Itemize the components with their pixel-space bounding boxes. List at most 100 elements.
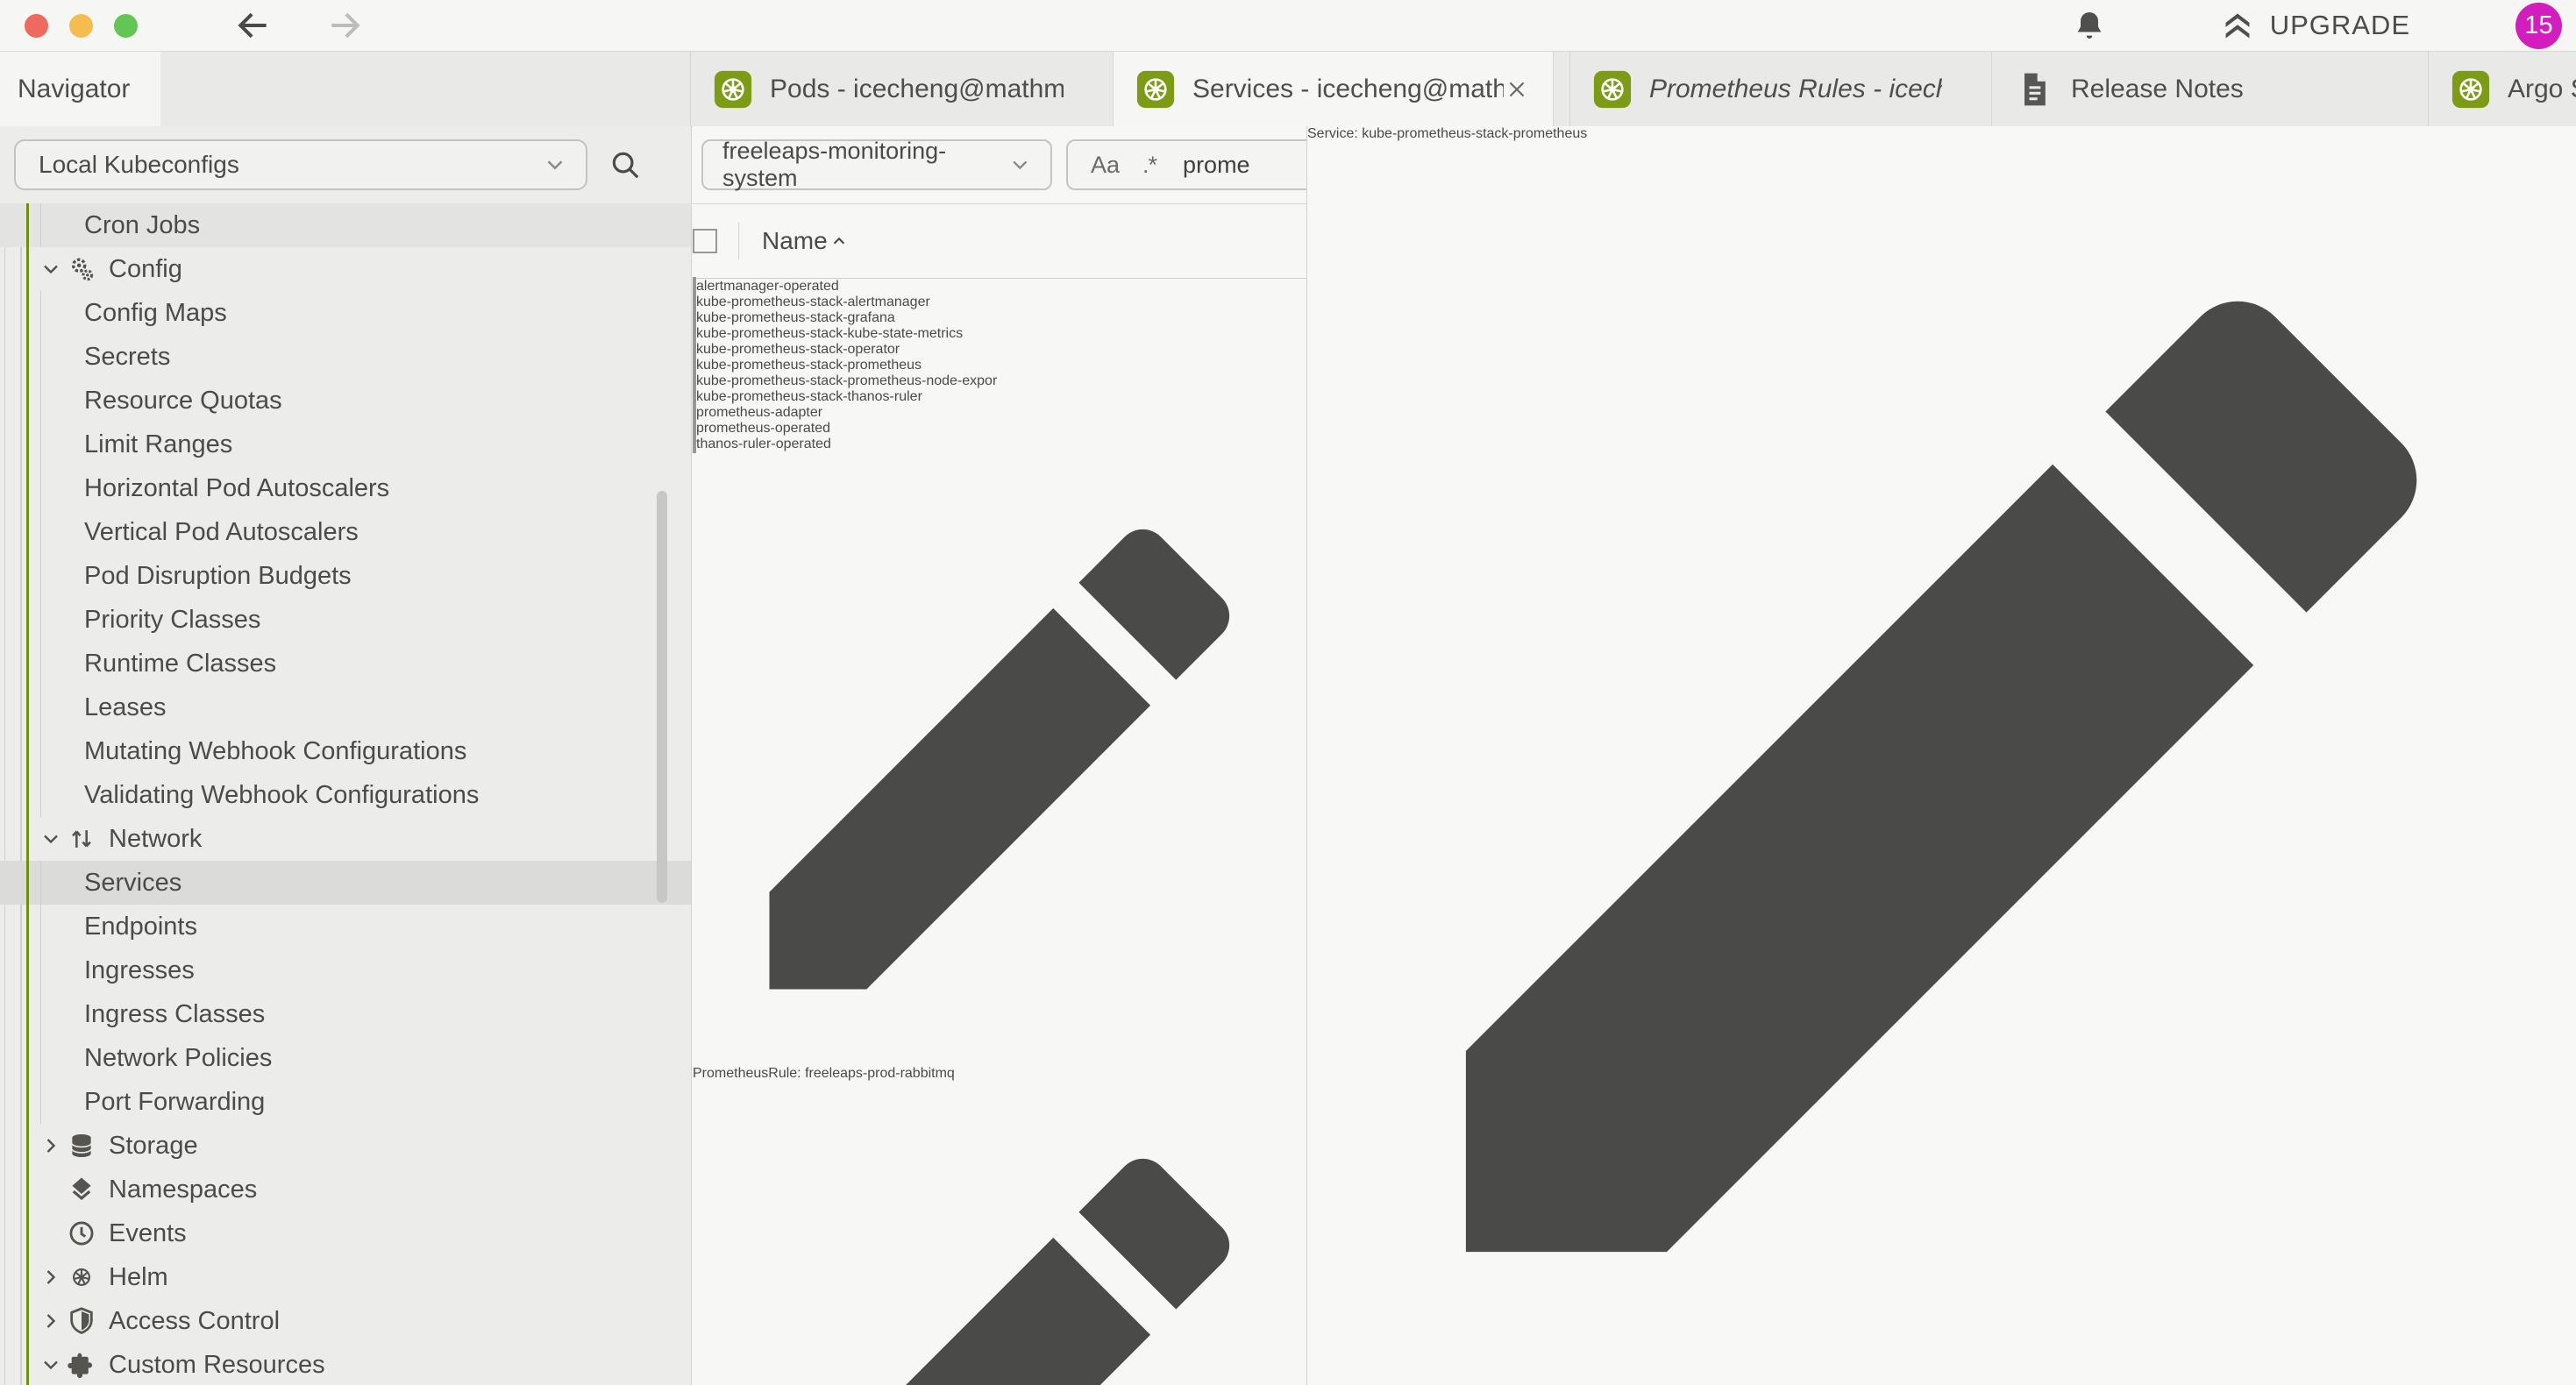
service-name: prometheus-adapter xyxy=(696,405,822,420)
tree-item[interactable]: Helm xyxy=(0,1255,691,1299)
close-window-button[interactable] xyxy=(25,14,48,38)
tree-chevron-icon[interactable] xyxy=(39,1221,63,1246)
service-name: kube-prometheus-stack-kube-state-metrics xyxy=(696,326,963,341)
forward-button[interactable] xyxy=(325,6,364,45)
maximize-window-button[interactable] xyxy=(114,14,138,38)
tree-item[interactable]: Mutating Webhook Configurations xyxy=(0,729,691,773)
tree-item[interactable]: Events xyxy=(0,1211,691,1255)
name-column-header[interactable]: Name xyxy=(762,227,828,255)
filter-input[interactable]: Aa .* prome xyxy=(1066,139,1307,190)
upgrade-button[interactable]: UPGRADE xyxy=(2221,9,2410,42)
tab[interactable]: Release Notes xyxy=(1992,52,2429,126)
tree-item[interactable]: Vertical Pod Autoscalers xyxy=(0,510,691,554)
select-all-checkbox[interactable] xyxy=(693,229,717,253)
match-case-toggle[interactable]: Aa xyxy=(1091,152,1120,179)
tree-item[interactable]: Resource Quotas xyxy=(0,379,691,423)
tree-item[interactable]: Access Control xyxy=(0,1299,691,1343)
tree-item[interactable]: Network xyxy=(0,817,691,861)
table-row[interactable]: alertmanager-operated xyxy=(693,279,1306,295)
tree-item[interactable]: Ingresses xyxy=(0,948,691,992)
tree-chevron-icon[interactable] xyxy=(39,1309,63,1333)
tree-item[interactable]: Runtime Classes xyxy=(0,642,691,685)
tree-item[interactable]: Storage xyxy=(0,1124,691,1168)
notifications-bell-icon[interactable] xyxy=(2072,8,2107,43)
regex-toggle[interactable]: .* xyxy=(1142,152,1156,179)
tree-chevron-icon[interactable] xyxy=(39,1265,63,1289)
kubernetes-cluster-icon xyxy=(1593,70,1632,109)
editor-tab-prometheusrule[interactable]: PrometheusRule: freeleaps-prod-rabbitmq xyxy=(693,452,1306,1082)
tree-item[interactable]: Cron Jobs xyxy=(0,203,691,247)
namespace-select-value: freeleaps-monitoring-system xyxy=(722,138,1007,192)
service-name: kube-prometheus-stack-thanos-ruler xyxy=(696,389,922,404)
traffic-lights xyxy=(25,14,138,38)
tab-close-icon[interactable] xyxy=(1504,76,1530,103)
editor-tab-partial[interactable] xyxy=(693,1082,1306,1385)
tree-item[interactable]: Config Maps xyxy=(0,291,691,335)
tab-close-icon[interactable] xyxy=(1942,76,1968,103)
tree-item[interactable]: Network Policies xyxy=(0,1036,691,1080)
tree-item[interactable]: Pod Disruption Budgets xyxy=(0,554,691,598)
minimize-window-button[interactable] xyxy=(69,14,93,38)
navigator-tab[interactable]: Navigator xyxy=(0,52,160,126)
tree-item[interactable]: Horizontal Pod Autoscalers xyxy=(0,466,691,510)
notification-count-badge[interactable]: 15 xyxy=(2516,3,2562,49)
tab[interactable]: Argo Se xyxy=(2429,52,2576,126)
tree-item[interactable]: Validating Webhook Configurations xyxy=(0,773,691,817)
tree-item-label: Horizontal Pod Autoscalers xyxy=(84,474,389,503)
sidebar-search-icon[interactable] xyxy=(608,148,642,181)
tab-close-icon[interactable] xyxy=(1064,76,1090,103)
service-name: kube-prometheus-stack-operator xyxy=(696,342,900,357)
table-row[interactable]: kube-prometheus-stack-grafana xyxy=(693,310,1306,326)
tree-item[interactable]: Limit Ranges xyxy=(0,423,691,466)
tree-item[interactable]: Custom Resources xyxy=(0,1343,691,1385)
sort-ascending-icon[interactable] xyxy=(828,230,850,252)
tree-item-icon xyxy=(67,1350,96,1380)
tree-item[interactable]: Config xyxy=(0,247,691,291)
tree-item[interactable]: Endpoints xyxy=(0,905,691,948)
tree-chevron-icon[interactable] xyxy=(39,1353,63,1377)
table-row[interactable]: kube-prometheus-stack-operator xyxy=(693,342,1306,358)
tree-item[interactable]: Namespaces xyxy=(0,1168,691,1211)
tree-item-label: Secrets xyxy=(84,343,170,372)
tree-item-label: Storage xyxy=(109,1132,198,1161)
tree-item[interactable]: Port Forwarding xyxy=(0,1080,691,1124)
navigator-sidebar: Local Kubeconfigs Cron Jobs Config xyxy=(0,126,692,1385)
back-button[interactable] xyxy=(234,6,273,45)
tree-chevron-icon[interactable] xyxy=(39,1133,63,1158)
tree-item-label: Custom Resources xyxy=(109,1351,325,1380)
namespace-select[interactable]: freeleaps-monitoring-system xyxy=(701,139,1052,190)
kubeconfig-select-value: Local Kubeconfigs xyxy=(39,151,239,179)
tree-item[interactable]: Leases xyxy=(0,685,691,729)
table-row[interactable]: thanos-ruler-operated xyxy=(693,437,1306,452)
tree-chevron-icon[interactable] xyxy=(39,1177,63,1202)
navigator-tab-label: Navigator xyxy=(18,75,130,104)
tree-item[interactable]: Priority Classes xyxy=(0,598,691,642)
tree-item-label: Leases xyxy=(84,693,167,722)
tree-item[interactable]: Services xyxy=(0,861,691,905)
table-row[interactable]: kube-prometheus-stack-prometheus xyxy=(693,358,1306,373)
table-row[interactable]: kube-prometheus-stack-thanos-ruler xyxy=(693,389,1306,405)
tab[interactable]: Prometheus Rules - icecheng... xyxy=(1569,52,1992,126)
tree-item[interactable]: Ingress Classes xyxy=(0,992,691,1036)
tree-chevron-icon[interactable] xyxy=(39,827,63,851)
tab[interactable]: Pods - icecheng@mathmas... xyxy=(691,52,1114,126)
table-row[interactable]: kube-prometheus-stack-prometheus-node-ex… xyxy=(693,373,1306,389)
tab-close-icon[interactable] xyxy=(2379,76,2405,103)
tab-label: Release Notes xyxy=(2071,75,2244,104)
edit-pencil-icon[interactable] xyxy=(1307,142,2576,1385)
tree-item-icon xyxy=(67,254,96,284)
resource-tree: Cron Jobs Config Config Maps xyxy=(0,203,691,1385)
sidebar-scrollbar[interactable] xyxy=(657,491,667,903)
table-row[interactable]: kube-prometheus-stack-alertmanager xyxy=(693,295,1306,310)
tree-chevron-icon[interactable] xyxy=(39,257,63,281)
document-tabs: Pods - icecheng@mathmas... Services - ic… xyxy=(690,52,2576,126)
service-name: prometheus-operated xyxy=(696,421,830,436)
tab[interactable]: Services - icecheng@math... xyxy=(1114,52,1554,126)
kubernetes-cluster-icon xyxy=(2015,70,2053,109)
table-row[interactable]: kube-prometheus-stack-kube-state-metrics xyxy=(693,326,1306,342)
service-name: kube-prometheus-stack-prometheus-node-ex… xyxy=(696,373,997,388)
kubeconfig-select[interactable]: Local Kubeconfigs xyxy=(14,139,587,190)
table-row[interactable]: prometheus-operated xyxy=(693,421,1306,437)
table-row[interactable]: prometheus-adapter xyxy=(693,405,1306,421)
tree-item[interactable]: Secrets xyxy=(0,335,691,379)
